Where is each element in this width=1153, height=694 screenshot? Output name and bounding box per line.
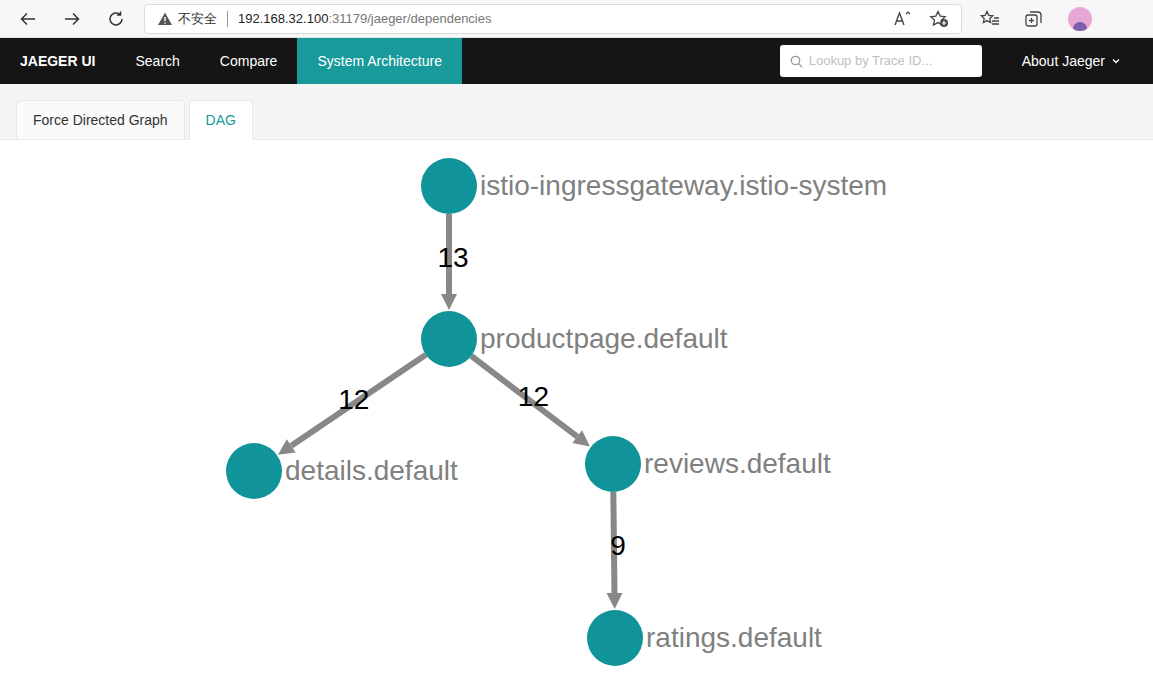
nav-item[interactable]: System Architecture — [297, 38, 462, 84]
about-menu[interactable]: About Jaeger — [1022, 51, 1121, 72]
service-name: details.default — [285, 457, 458, 485]
profile-avatar-icon[interactable] — [1068, 7, 1092, 31]
warning-icon — [157, 11, 173, 27]
edge-count: 9 — [610, 532, 626, 560]
brand[interactable]: JAEGER UI — [0, 38, 115, 84]
service-name: reviews.default — [644, 450, 831, 478]
refresh-icon — [107, 10, 125, 28]
tab-bar: Force Directed GraphDAG — [0, 84, 1153, 140]
nav-item[interactable]: Search — [115, 38, 199, 84]
add-favorite-icon[interactable] — [929, 10, 949, 28]
service-node[interactable] — [421, 158, 477, 214]
trace-search-input[interactable] — [809, 51, 972, 71]
edges-layer — [0, 140, 1153, 694]
collections-icon[interactable] — [1024, 10, 1044, 28]
view-tab[interactable]: Force Directed Graph — [16, 100, 185, 140]
dependency-edge — [471, 356, 590, 446]
service-node[interactable] — [585, 436, 641, 492]
read-aloud-icon[interactable] — [893, 10, 913, 28]
back-button[interactable] — [14, 5, 42, 33]
favorites-icon[interactable] — [980, 10, 1000, 28]
nav-item[interactable]: Compare — [200, 38, 298, 84]
security-label: 不安全 — [178, 9, 217, 29]
url-divider — [227, 11, 228, 27]
refresh-button[interactable] — [102, 5, 130, 33]
browser-toolbar: 不安全 192.168.32.100:31179/jaeger/dependen… — [0, 0, 1153, 38]
dag-canvas: 13 12 12 9 istio-ingressgateway.istio-system… — [0, 140, 1153, 694]
edge-count: 12 — [338, 386, 369, 414]
service-node[interactable] — [587, 610, 643, 666]
magnifier-icon — [790, 55, 803, 68]
address-bar[interactable]: 不安全 192.168.32.100:31179/jaeger/dependen… — [144, 4, 962, 34]
back-arrow-icon — [19, 10, 37, 28]
edge-count: 12 — [518, 383, 549, 411]
forward-button[interactable] — [58, 5, 86, 33]
service-name: ratings.default — [646, 624, 822, 652]
trace-search[interactable] — [780, 45, 982, 77]
edge-count: 13 — [437, 244, 468, 272]
url-path: :31179/jaeger/dependencies — [328, 9, 491, 29]
view-tab[interactable]: DAG — [189, 100, 253, 140]
service-node[interactable] — [421, 311, 477, 367]
url-host: 192.168.32.100 — [238, 9, 328, 29]
forward-arrow-icon — [63, 10, 81, 28]
service-name: productpage.default — [480, 325, 728, 353]
service-node[interactable] — [226, 443, 282, 499]
top-nav: JAEGER UI SearchCompareSystem Architectu… — [0, 38, 1153, 84]
dependency-edge — [278, 355, 426, 455]
service-name: istio-ingressgateway.istio-system — [480, 172, 887, 200]
chevron-down-icon — [1111, 56, 1121, 66]
